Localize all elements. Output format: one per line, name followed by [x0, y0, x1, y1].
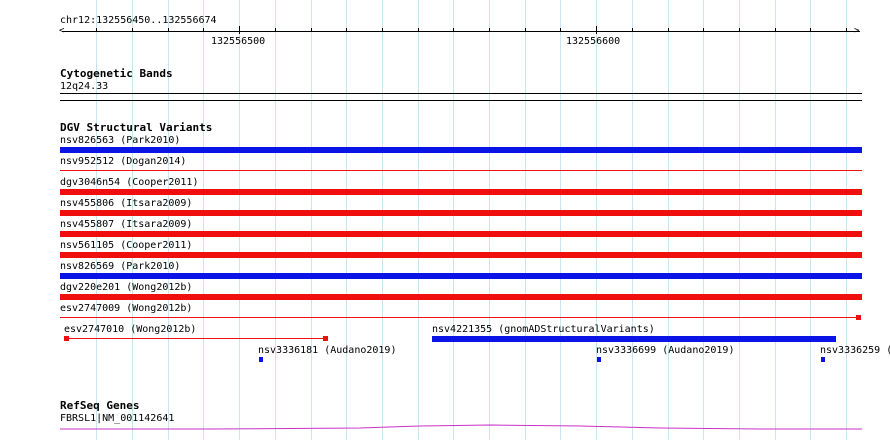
cytoband-bottom-border — [60, 100, 862, 101]
variant-label[interactable]: dgv220e201 (Wong2012b) — [60, 282, 192, 293]
ruler-minor-tick — [346, 28, 347, 32]
ruler-minor-tick — [560, 28, 561, 32]
grid-line — [775, 0, 776, 440]
ruler-minor-tick — [846, 28, 847, 32]
ruler-minor-tick — [525, 28, 526, 32]
variant-label[interactable]: esv2747009 (Wong2012b) — [60, 303, 192, 314]
genome-browser-view: chr12:132556450..132556674 < > 132556500… — [0, 0, 890, 440]
cytoband-track-title[interactable]: Cytogenetic Bands — [60, 68, 173, 80]
variant-label[interactable]: esv2747010 (Wong2012b) — [64, 324, 196, 335]
ruler-location: chr12:132556450..132556674 — [60, 15, 217, 26]
variant-label[interactable]: dgv3046n54 (Cooper2011) — [60, 177, 198, 188]
variant-bar[interactable] — [60, 189, 862, 195]
ruler-minor-tick — [132, 28, 133, 32]
grid-line — [311, 0, 312, 440]
ruler-axis — [62, 31, 860, 32]
ruler-minor-tick — [382, 28, 383, 32]
variant-bar[interactable] — [60, 294, 862, 300]
grid-line — [810, 0, 811, 440]
ruler-minor-tick — [311, 28, 312, 32]
variant-label[interactable]: nsv3336181 (Audano2019) — [258, 345, 396, 356]
ruler-major-tick — [596, 26, 597, 34]
variant-bar[interactable] — [259, 357, 263, 362]
variant-bar[interactable] — [60, 147, 862, 153]
grid-line — [632, 0, 633, 440]
variant-label[interactable]: nsv4221355 (gnomADStructuralVariants) — [432, 324, 655, 335]
ruler-major-tick — [239, 26, 240, 34]
variant-label[interactable]: nsv952512 (Dogan2014) — [60, 156, 186, 167]
variant-label[interactable]: nsv826563 (Park2010) — [60, 135, 180, 146]
grid-line — [668, 0, 669, 440]
grid-line — [203, 0, 204, 440]
variant-bar[interactable] — [60, 252, 862, 258]
grid-line — [596, 0, 597, 440]
variant-bar[interactable] — [60, 170, 862, 171]
variant-bar[interactable] — [66, 338, 324, 339]
ruler-minor-tick — [739, 28, 740, 32]
refseq-track-title[interactable]: RefSeq Genes — [60, 400, 139, 412]
variant-label[interactable]: nsv3336699 (Audano2019) — [596, 345, 734, 356]
grid-line — [739, 0, 740, 440]
ruler-tick-label: 132556600 — [566, 36, 621, 47]
ruler-right-arrow: > — [854, 26, 860, 36]
grid-line — [239, 0, 240, 440]
variant-bar[interactable] — [432, 336, 836, 342]
grid-line — [453, 0, 454, 440]
dgv-track-title[interactable]: DGV Structural Variants — [60, 122, 212, 134]
ruler-minor-tick — [96, 28, 97, 32]
grid-line — [418, 0, 419, 440]
ruler-minor-tick — [203, 28, 204, 32]
ruler-minor-tick — [275, 28, 276, 32]
variant-bar[interactable] — [60, 210, 862, 216]
grid-line — [560, 0, 561, 440]
variant-end-marker[interactable] — [323, 336, 328, 341]
ruler-minor-tick — [703, 28, 704, 32]
ruler-minor-tick — [453, 28, 454, 32]
grid-line — [382, 0, 383, 440]
cytoband-label: 12q24.33 — [60, 81, 109, 92]
ruler-minor-tick — [632, 28, 633, 32]
variant-label[interactable]: nsv3336259 ( — [820, 345, 890, 356]
variant-end-marker[interactable] — [856, 315, 861, 320]
variant-label[interactable]: nsv455807 (Itsara2009) — [60, 219, 192, 230]
ruler-minor-tick — [418, 28, 419, 32]
grid-line — [846, 0, 847, 440]
grid-line — [525, 0, 526, 440]
ruler-minor-tick — [168, 28, 169, 32]
grid-line — [275, 0, 276, 440]
variant-label[interactable]: nsv561105 (Cooper2011) — [60, 240, 192, 251]
variant-bar[interactable] — [821, 357, 825, 362]
ruler-minor-tick — [775, 28, 776, 32]
grid-line — [489, 0, 490, 440]
variant-bar[interactable] — [597, 357, 601, 362]
variant-label[interactable]: nsv826569 (Park2010) — [60, 261, 180, 272]
ruler-minor-tick — [668, 28, 669, 32]
variant-bar[interactable] — [60, 273, 862, 279]
grid-line — [346, 0, 347, 440]
ruler-minor-tick — [489, 28, 490, 32]
cytoband-top-border — [60, 93, 862, 94]
variant-bar[interactable] — [60, 317, 858, 318]
variant-bar[interactable] — [60, 231, 862, 237]
variant-label[interactable]: nsv455806 (Itsara2009) — [60, 198, 192, 209]
ruler-left-arrow: < — [59, 26, 65, 36]
ruler-tick-label: 132556500 — [211, 36, 266, 47]
gene-model[interactable] — [60, 422, 862, 432]
ruler-minor-tick — [810, 28, 811, 32]
grid-line — [703, 0, 704, 440]
